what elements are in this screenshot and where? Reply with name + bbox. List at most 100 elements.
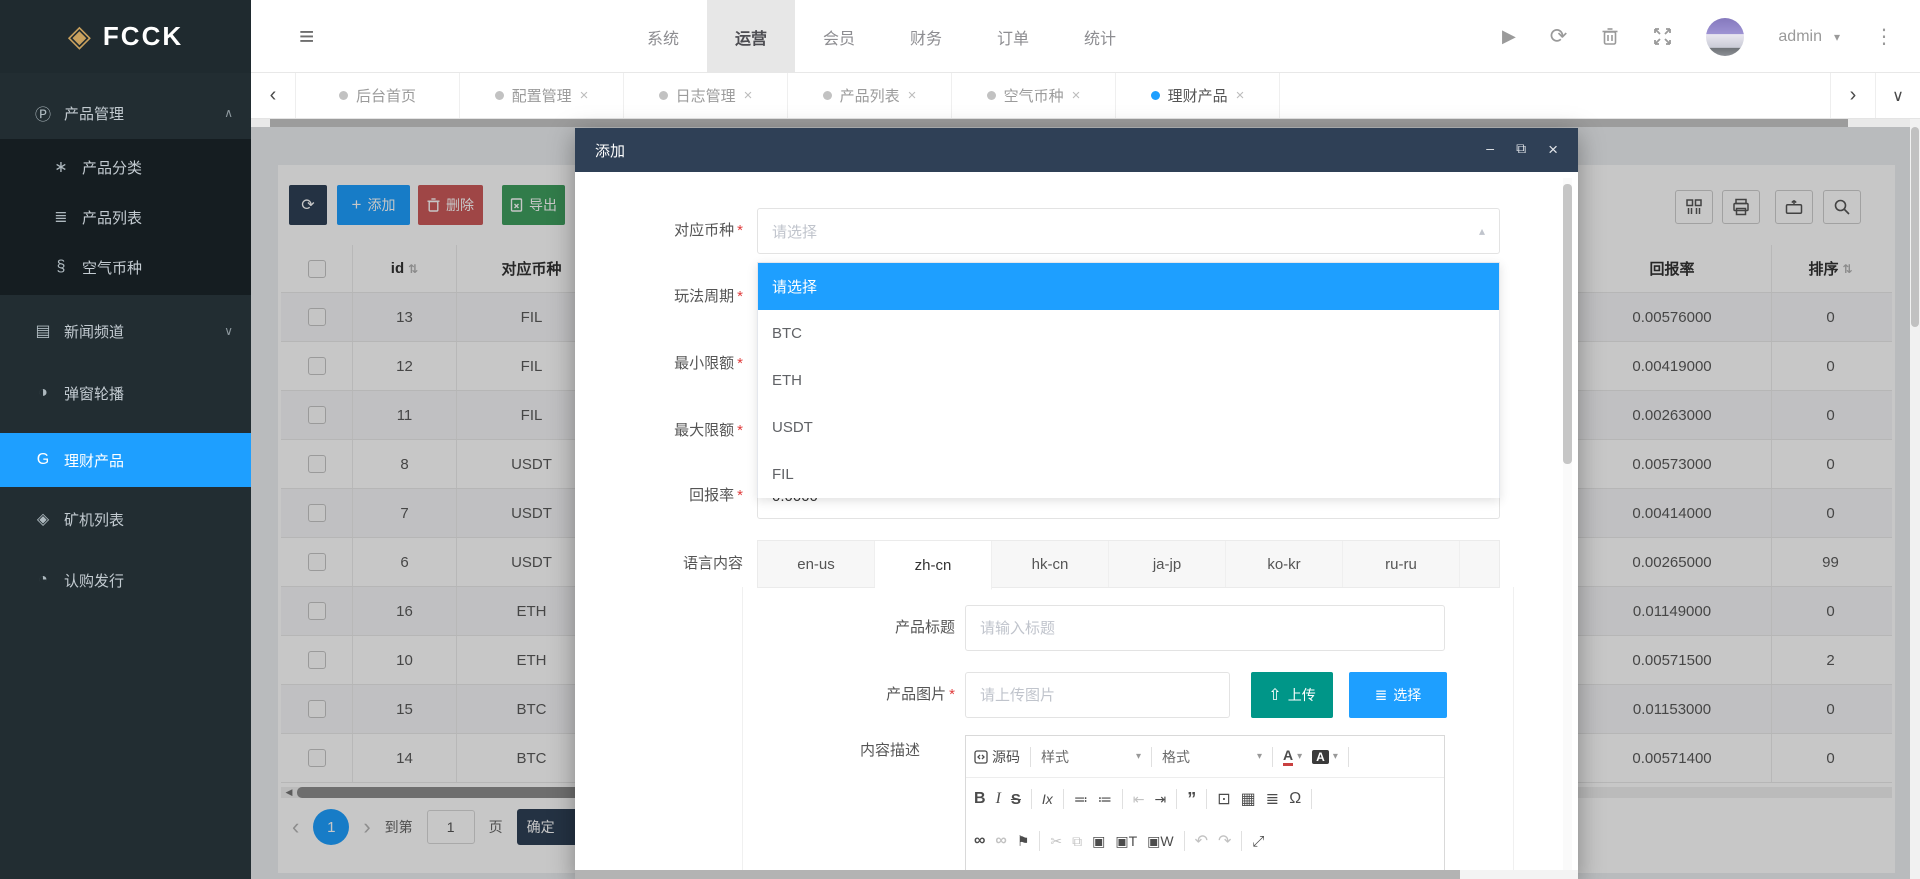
sidebar-item-product-management[interactable]: Ⓟ 产品管理 ∧ (0, 87, 251, 139)
sidebar-item-product-list[interactable]: ≣ 产品列表 (0, 192, 251, 242)
dropdown-option-fil[interactable]: FIL (758, 451, 1499, 498)
required-mark: * (737, 422, 743, 439)
undo-button[interactable]: ↶ (1195, 831, 1208, 851)
sidebar-item-news-channel[interactable]: ▤ 新闻频道 ∨ (0, 305, 251, 357)
topnav-system[interactable]: 系统 (619, 0, 707, 73)
sidebar-item-product-category[interactable]: ∗ 产品分类 (0, 142, 251, 192)
indent-button[interactable]: ⇥ (1155, 791, 1167, 808)
tab-air-coin[interactable]: 空气币种 × (952, 73, 1116, 118)
remove-format-button[interactable]: Ix (1042, 791, 1053, 807)
tabs-scroll-left-icon[interactable]: ‹ (251, 73, 296, 118)
tab-financial-products[interactable]: 理财产品 × (1116, 73, 1280, 118)
topnav-orders[interactable]: 订单 (969, 0, 1057, 73)
redo-button[interactable]: ↷ (1218, 831, 1231, 851)
outdent-button[interactable]: ⇤ (1133, 791, 1145, 808)
dropdown-option-btc[interactable]: BTC (758, 310, 1499, 357)
topnav-members[interactable]: 会员 (795, 0, 883, 73)
lang-tab-hk-cn[interactable]: hk-cn (992, 541, 1109, 587)
page-scrollbar-thumb[interactable] (1911, 127, 1919, 327)
avatar[interactable] (1706, 18, 1744, 56)
fullscreen-icon[interactable] (1653, 27, 1672, 46)
dropdown-option-placeholder[interactable]: 请选择 (758, 263, 1499, 310)
lang-tab-ru-ru[interactable]: ru-ru (1343, 541, 1460, 587)
topnav-finance[interactable]: 财务 (882, 0, 970, 73)
special-char-button[interactable]: Ω (1289, 790, 1301, 808)
lang-tab-ko-kr[interactable]: ko-kr (1226, 541, 1343, 587)
sidebar-item-financial-products[interactable]: G 理财产品 (0, 433, 251, 487)
tabs-scrollbar-thumb[interactable] (270, 119, 1848, 127)
tab-close-icon[interactable]: × (1236, 87, 1245, 104)
modal-header[interactable]: 添加 – ⧉ × (575, 128, 1578, 172)
lang-tab-zh-cn[interactable]: zh-cn (875, 541, 992, 590)
language-tabs: en-us zh-cn hk-cn ja-jp ko-kr ru-ru (757, 540, 1500, 588)
tab-close-icon[interactable]: × (744, 87, 753, 104)
sidebar-item-miner-list[interactable]: ◈ 矿机列表 (0, 493, 251, 545)
horizontal-rule-button[interactable]: ≣ (1266, 789, 1279, 809)
tabs-scroll-right-icon[interactable]: › (1830, 73, 1875, 118)
paste-word-button[interactable]: ▣W (1147, 833, 1173, 850)
lang-tab-ja-jp[interactable]: ja-jp (1109, 541, 1226, 587)
sidebar-item-popup-carousel[interactable]: ◑ 弹窗轮播 (0, 367, 251, 419)
bold-button[interactable]: B (974, 790, 986, 808)
upload-button[interactable]: ⇧ 上传 (1251, 672, 1333, 718)
strikethrough-button[interactable]: S (1011, 791, 1021, 808)
copy-button[interactable]: ⧉ (1072, 833, 1082, 850)
more-dots-icon[interactable]: ⋮ (1874, 24, 1894, 49)
topnav-statistics[interactable]: 统计 (1056, 0, 1144, 73)
modal-maximize-icon[interactable]: ⧉ (1516, 140, 1526, 160)
lang-tab-en-us[interactable]: en-us (758, 541, 875, 587)
description-label: 内容描述 (720, 728, 920, 774)
user-caret-down-icon[interactable]: ▾ (1834, 30, 1840, 44)
ordered-list-button[interactable]: ≕ (1074, 791, 1088, 808)
coin-dropdown: 请选择 BTC ETH USDT FIL (757, 262, 1500, 498)
anchor-button[interactable]: ⚑ (1017, 833, 1030, 850)
tab-logs[interactable]: 日志管理 × (624, 73, 788, 118)
choose-button[interactable]: ≣ 选择 (1349, 672, 1447, 718)
unlink-button[interactable]: ∞ (995, 832, 1006, 850)
product-title-input[interactable] (965, 605, 1445, 651)
insert-table-button[interactable]: ▦ (1241, 789, 1256, 809)
hamburger-icon[interactable]: ≡ (299, 0, 314, 73)
modal-close-icon[interactable]: × (1548, 140, 1558, 160)
coin-select[interactable]: 请选择 ▴ (757, 208, 1500, 254)
paste-text-button[interactable]: ▣T (1115, 833, 1137, 850)
dropdown-option-eth[interactable]: ETH (758, 357, 1499, 404)
sidebar-item-label: 认购发行 (64, 570, 124, 591)
tab-config[interactable]: 配置管理 × (460, 73, 624, 118)
source-code-button[interactable]: 源码 (974, 747, 1020, 767)
modal-scrollbar-thumb[interactable] (1563, 184, 1572, 464)
play-icon[interactable]: ▶ (1502, 26, 1516, 47)
sidebar-item-air-coin[interactable]: § 空气币种 (0, 242, 251, 292)
cut-button[interactable]: ✂ (1050, 833, 1062, 850)
tab-close-icon[interactable]: × (1072, 87, 1081, 104)
product-image-input[interactable] (965, 672, 1230, 718)
dropdown-option-usdt[interactable]: USDT (758, 404, 1499, 451)
refresh-icon[interactable]: ⟳ (1550, 24, 1568, 49)
insert-image-button[interactable]: ⊡ (1217, 789, 1230, 809)
tabs-menu-caret-icon[interactable]: ∨ (1875, 73, 1920, 118)
format-dropdown[interactable]: 格式 ▾ (1162, 747, 1262, 767)
styles-dropdown[interactable]: 样式 ▾ (1041, 747, 1141, 767)
username[interactable]: admin (1778, 28, 1822, 46)
tab-close-icon[interactable]: × (908, 87, 917, 104)
editor-toolbar-row-3: ∞ ∞ ⚑ ✂ ⧉ ▣ ▣T ▣W ↶ ↷ ⤢ (966, 820, 1444, 862)
italic-button[interactable]: I (996, 790, 1001, 808)
choose-label: 选择 (1393, 685, 1421, 705)
maximize-editor-button[interactable]: ⤢ (1252, 833, 1264, 850)
blockquote-button[interactable]: ” (1187, 789, 1196, 810)
bg-color-button[interactable]: A ▾ (1312, 750, 1338, 764)
trash-icon[interactable] (1601, 27, 1619, 46)
tab-home[interactable]: 后台首页 (296, 73, 460, 118)
text-color-button[interactable]: A ▾ (1283, 748, 1302, 766)
add-modal: 添加 – ⧉ × 对应币种* 请选择 ▴ 玩法周期* 最小限额* 最大限额* 回… (575, 128, 1578, 879)
tab-close-icon[interactable]: × (580, 87, 589, 104)
modal-minimize-icon[interactable]: – (1486, 140, 1494, 160)
sidebar-item-subscription-issue[interactable]: ◔ 认购发行 (0, 554, 251, 606)
paste-button[interactable]: ▣ (1092, 833, 1105, 850)
modal-hscrollbar-thumb[interactable] (575, 870, 1460, 879)
bullet-list-button[interactable]: ≔ (1098, 791, 1112, 808)
link-button[interactable]: ∞ (974, 832, 985, 850)
brand-logo[interactable]: ◈ FCCK (0, 0, 251, 73)
tab-product-list[interactable]: 产品列表 × (788, 73, 952, 118)
topnav-operations[interactable]: 运营 (707, 0, 795, 73)
